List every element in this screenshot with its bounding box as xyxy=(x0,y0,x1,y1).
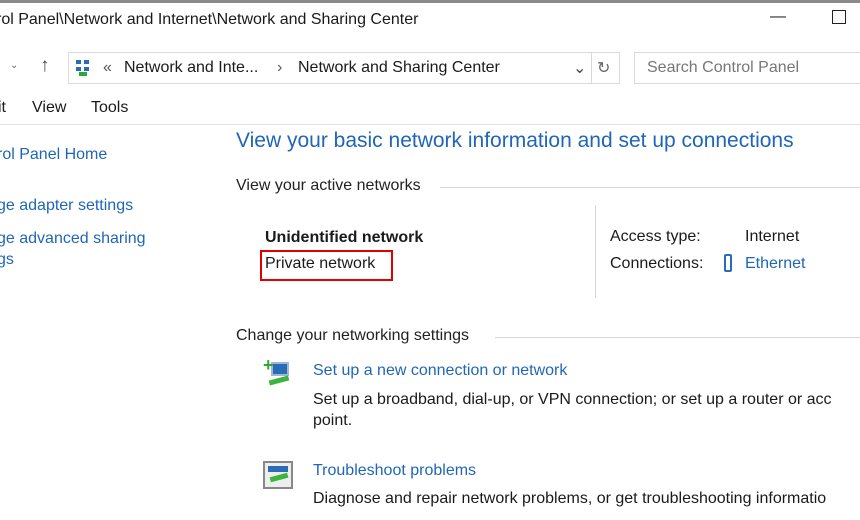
minimize-button[interactable]: — xyxy=(770,8,786,26)
divider xyxy=(591,53,592,83)
up-arrow-icon[interactable]: ↑ xyxy=(40,55,50,77)
network-divider xyxy=(595,205,596,298)
search-input[interactable]: Search Control Panel xyxy=(634,52,860,84)
chevron-down-icon[interactable]: ⌄ xyxy=(573,58,586,78)
address-overflow[interactable]: « xyxy=(103,59,112,77)
setup-connection-desc: Set up a broadband, dial-up, or VPN conn… xyxy=(313,391,832,408)
troubleshoot-link[interactable]: Troubleshoot problems xyxy=(313,462,476,480)
setup-connection-desc-cont: point. xyxy=(313,412,353,429)
troubleshoot-icon xyxy=(263,461,293,489)
sidebar-item-advanced-sharing-cont[interactable]: gs xyxy=(0,251,14,269)
section-divider xyxy=(440,187,860,188)
menu-tools[interactable]: Tools xyxy=(91,99,128,117)
menu-view[interactable]: View xyxy=(32,99,66,117)
breadcrumb-network-internet[interactable]: Network and Inte... xyxy=(124,59,258,77)
network-icon xyxy=(75,59,91,77)
sidebar-item-control-panel-home[interactable]: rol Panel Home xyxy=(0,146,107,164)
ethernet-link[interactable]: Ethernet xyxy=(745,255,805,273)
window-title: rol Panel\Network and Internet\Network a… xyxy=(0,11,419,28)
section-divider xyxy=(495,337,860,338)
access-type-value: Internet xyxy=(745,228,800,245)
refresh-icon[interactable]: ↻ xyxy=(597,58,610,78)
setup-connection-link[interactable]: Set up a new connection or network xyxy=(313,362,567,380)
sidebar-item-advanced-sharing[interactable]: ge advanced sharing xyxy=(0,230,146,248)
breadcrumb-separator: › xyxy=(277,59,283,76)
change-settings-title: Change your networking settings xyxy=(236,327,470,344)
maximize-button[interactable] xyxy=(832,10,846,24)
recent-dropdown-icon[interactable]: ⌄ xyxy=(10,60,18,71)
menu-edit[interactable]: it xyxy=(0,99,6,117)
active-networks-title: View your active networks xyxy=(236,177,421,194)
troubleshoot-desc: Diagnose and repair network problems, or… xyxy=(313,490,827,507)
menu-separator xyxy=(0,124,860,125)
breadcrumb-sharing-center[interactable]: Network and Sharing Center xyxy=(298,59,500,77)
new-connection-icon: + xyxy=(263,356,297,388)
window-top-border xyxy=(0,0,860,3)
page-title: View your basic network information and … xyxy=(236,129,794,152)
network-name: Unidentified network xyxy=(265,229,424,246)
access-type-label: Access type: xyxy=(610,228,701,245)
highlight-box xyxy=(260,250,393,281)
connections-label: Connections: xyxy=(610,255,704,272)
address-bar[interactable]: « Network and Inte... › Network and Shar… xyxy=(68,52,620,84)
ethernet-icon xyxy=(724,254,732,272)
sidebar-item-adapter-settings[interactable]: ge adapter settings xyxy=(0,197,133,215)
